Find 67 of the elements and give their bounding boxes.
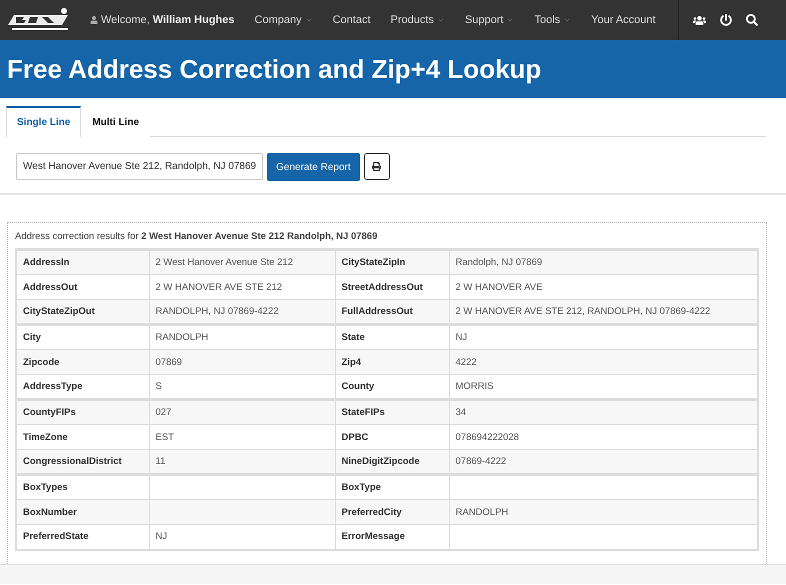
field-value: NJ [149, 524, 335, 550]
field-name: BoxTypes [16, 474, 149, 500]
caret-icon [506, 16, 514, 24]
field-name: AddressOut [16, 274, 149, 300]
welcome-text: Welcome, [101, 14, 150, 26]
users-icon[interactable] [693, 14, 706, 26]
search-icon[interactable] [746, 14, 758, 26]
field-value: 34 [449, 400, 758, 424]
field-name: CityStateZipIn [335, 250, 449, 274]
tab[interactable]: Single Line [6, 106, 82, 137]
address-field[interactable]: West Hanover Avenue Ste 212, Randolph, NJ 07869 [16, 153, 264, 180]
print-icon [372, 162, 382, 171]
field-name: PreferredCity [335, 500, 449, 524]
nav-link[interactable]: Support [454, 14, 524, 26]
field-value: 2 W HANOVER AVE STE 212, RANDOLPH, NJ 07869-4222 [449, 300, 758, 324]
field-name: CountyFIPs [16, 400, 149, 424]
field-value: 2 W HANOVER AVE STE 212 [149, 274, 335, 300]
user-name: William Hughes [152, 14, 235, 26]
nav-link[interactable]: Products [380, 14, 455, 26]
field-name: CongressionalDistrict [16, 450, 149, 474]
field-value: 07869-4222 [449, 450, 758, 474]
field-value: 078694222028 [449, 424, 758, 450]
field-value: Randolph, NJ 07869 [449, 250, 758, 274]
field-name: StreetAddressOut [335, 274, 449, 300]
field-value: 2 W HANOVER AVE [449, 274, 758, 300]
field-name: DPBC [335, 424, 449, 450]
field-value: 2 West Hanover Avenue Ste 212 [149, 250, 335, 274]
field-value: MORRIS [449, 374, 758, 400]
nav-link[interactable]: Tools [524, 14, 582, 26]
user-icon [90, 16, 98, 24]
caret-icon [304, 16, 313, 24]
field-value: NJ [449, 324, 758, 350]
field-name: StateFIPs [335, 400, 449, 424]
field-value: RANDOLPH [149, 324, 335, 350]
field-value: 4222 [449, 350, 758, 374]
field-name: CityStateZipOut [16, 300, 149, 324]
field-name: TimeZone [16, 424, 149, 450]
caret-icon [563, 16, 572, 24]
caret-icon [436, 16, 445, 24]
field-name: Zip4 [335, 350, 449, 374]
field-value: 027 [149, 400, 335, 424]
field-name: City [16, 324, 149, 350]
field-name: County [335, 374, 449, 400]
field-name: ErrorMessage [335, 524, 449, 550]
nav-link[interactable]: Your Account [581, 14, 666, 26]
field-value: 07869 [149, 350, 335, 374]
nav-link[interactable]: Company [244, 14, 323, 26]
print-button[interactable] [364, 153, 390, 180]
power-icon[interactable] [720, 14, 732, 26]
field-name: AddressType [16, 374, 149, 400]
results-caption: Address correction results for 2 West Hanover Avenue Ste 212 Randolph, NJ 07869 [15, 231, 378, 242]
page-title: Free Address Correction and Zip+4 Lookup [7, 54, 542, 84]
field-value: RANDOLPH [449, 500, 758, 524]
field-name: FullAddressOut [335, 300, 449, 324]
field-name: AddressIn [16, 250, 149, 274]
field-name: State [335, 324, 449, 350]
field-value: EST [149, 424, 335, 450]
field-value: S [149, 374, 335, 400]
field-name: BoxNumber [16, 500, 149, 524]
field-name: NineDigitZipcode [335, 450, 449, 474]
generate-report-button[interactable]: Generate Report [267, 153, 360, 181]
field-name: Zipcode [16, 350, 149, 374]
nav-link[interactable]: Contact [322, 14, 381, 26]
field-name: PreferredState [16, 524, 149, 550]
field-name: BoxType [335, 474, 449, 500]
field-value: RANDOLPH, NJ 07869-4222 [149, 300, 335, 324]
field-value: 11 [149, 450, 335, 474]
